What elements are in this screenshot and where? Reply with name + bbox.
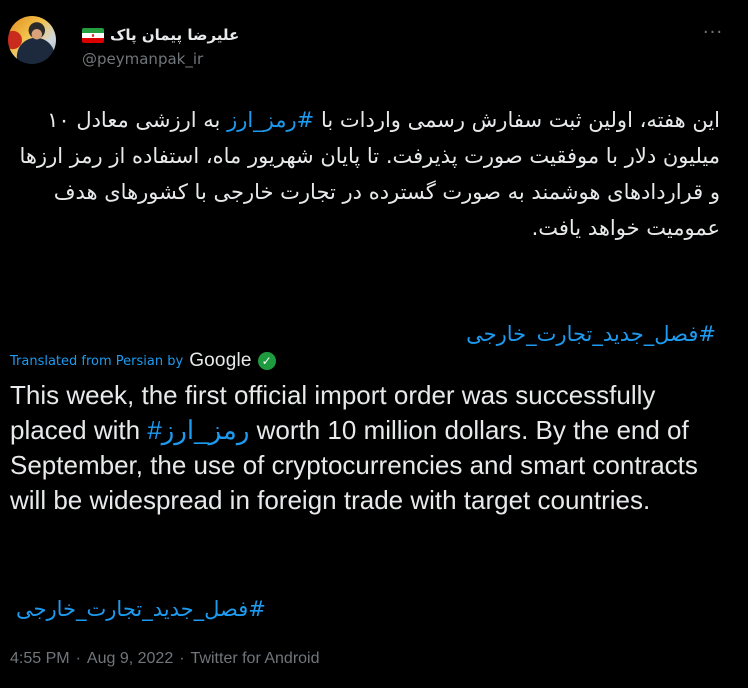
avatar[interactable] [8, 16, 56, 64]
check-icon: ✓ [257, 352, 276, 370]
hashtag-link[interactable]: #رمز_ارز [227, 108, 314, 132]
author-handle[interactable]: @peymanpak_ir [82, 50, 203, 68]
tweet-time[interactable]: 4:55 PM [10, 650, 70, 668]
separator: · [179, 650, 185, 667]
tweet-text-part: این هفته، اولین ثبت سفارش رسمی واردات با [314, 108, 720, 132]
more-options-icon[interactable]: ··· [702, 24, 724, 48]
tweet-header: علیرضا پیمان پاک @peymanpak_ir ··· [8, 14, 738, 78]
google-logo: Google [189, 350, 252, 371]
hashtag-link[interactable]: #فصل_جدید_تجارت_خارجی [14, 316, 716, 352]
hashtag-link[interactable]: #رمز_ارز [147, 415, 249, 445]
iran-flag-icon [82, 27, 104, 43]
author-name-row[interactable]: علیرضا پیمان پاک [82, 24, 239, 46]
author-display-name[interactable]: علیرضا پیمان پاک [110, 26, 239, 44]
tweet-text-translated: This week, the first official import ord… [10, 378, 710, 518]
tweet-source: Twitter for Android [190, 650, 320, 667]
translation-label[interactable]: Translated from Persian by [10, 354, 183, 369]
tweet-text-persian: این هفته، اولین ثبت سفارش رسمی واردات با… [14, 102, 720, 246]
tweet-date[interactable]: Aug 9, 2022 [87, 650, 173, 668]
separator: · [75, 650, 81, 667]
translation-attribution: Translated from Persian by Google ✓ [10, 350, 276, 372]
tweet-meta: 4:55 PM · Aug 9, 2022 · Twitter for Andr… [10, 650, 320, 668]
hashtag-link[interactable]: #فصل_جدید_تجارت_خارجی [16, 594, 266, 624]
